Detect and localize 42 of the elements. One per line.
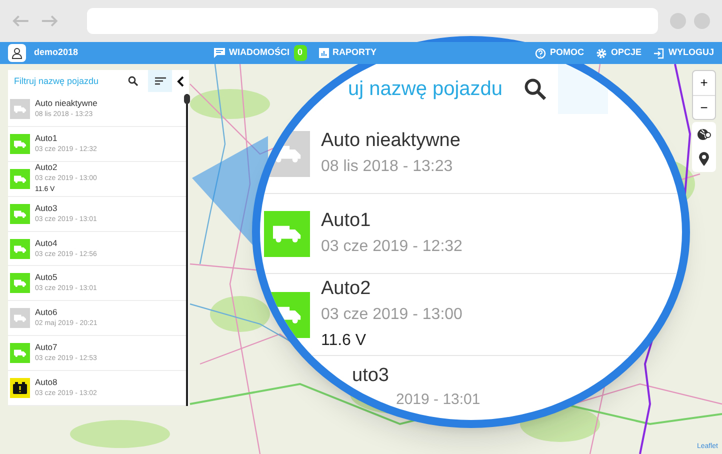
vehicle-name: Auto6 <box>35 307 58 318</box>
vehicle-name: Auto1 <box>35 132 58 144</box>
vehicle-name: Auto5 <box>35 272 58 284</box>
scrollbar-thumb[interactable] <box>184 94 190 104</box>
vehicle-name: Auto nieaktywne <box>35 98 98 109</box>
magnified-search-icon[interactable] <box>524 78 546 100</box>
gear-icon <box>596 48 607 58</box>
user-avatar-icon[interactable] <box>8 44 26 62</box>
vehicle-name: Auto8 <box>35 377 58 388</box>
vehicle-name: Auto2 <box>35 162 58 174</box>
vehicle-name: Auto3 <box>35 202 58 214</box>
zoom-in-button[interactable]: + <box>693 71 715 95</box>
magnified-vehicle-name: Auto nieaktywne <box>321 128 460 152</box>
sort-button[interactable] <box>148 70 172 92</box>
magnified-vehicle-item[interactable]: Auto nieaktywne 08 lis 2018 - 13:23 <box>260 114 682 194</box>
sort-lines-icon <box>154 77 166 85</box>
magnified-vehicle-item[interactable]: Auto2 03 cze 2019 - 13:00 11.6 V <box>260 274 682 356</box>
chat-icon <box>214 48 226 58</box>
magnified-sort-button-background <box>558 64 608 114</box>
search-icon[interactable] <box>128 76 138 86</box>
magnified-battery-voltage: 11.6 V <box>321 330 366 350</box>
collapse-chevron-icon[interactable] <box>177 76 184 86</box>
zoom-out-button[interactable]: − <box>693 95 715 119</box>
magnified-vehicle-name: Auto2 <box>321 276 371 300</box>
magnified-vehicle-item[interactable]: Auto1 03 cze 2019 - 12:32 <box>260 194 682 274</box>
bar-chart-icon <box>318 48 329 58</box>
magnified-update-time: 2019 - 13:01 <box>396 390 480 410</box>
magnified-search-field[interactable]: uj nazwę pojazdu <box>348 74 520 104</box>
logout-icon <box>653 48 664 58</box>
magnified-update-time: 08 lis 2018 - 13:23 <box>321 156 453 176</box>
help-icon <box>534 48 546 58</box>
globe-layers-icon[interactable] <box>697 128 711 141</box>
vehicle-name: Auto4 <box>35 238 58 248</box>
vehicle-name: Auto7 <box>35 342 58 354</box>
location-pin-icon[interactable] <box>699 152 709 166</box>
magnified-vehicle-name: Auto1 <box>321 208 371 232</box>
magnified-update-time: 03 cze 2019 - 13:00 <box>321 304 462 324</box>
magnified-vehicle-name: uto3 <box>352 364 389 388</box>
vehicle-search-field[interactable]: Filtruj nazwę pojazdu <box>8 70 128 92</box>
message-count-badge: 0 <box>294 45 307 61</box>
magnified-update-time: 03 cze 2019 - 12:32 <box>321 236 462 256</box>
username: demo2018 <box>34 46 78 60</box>
